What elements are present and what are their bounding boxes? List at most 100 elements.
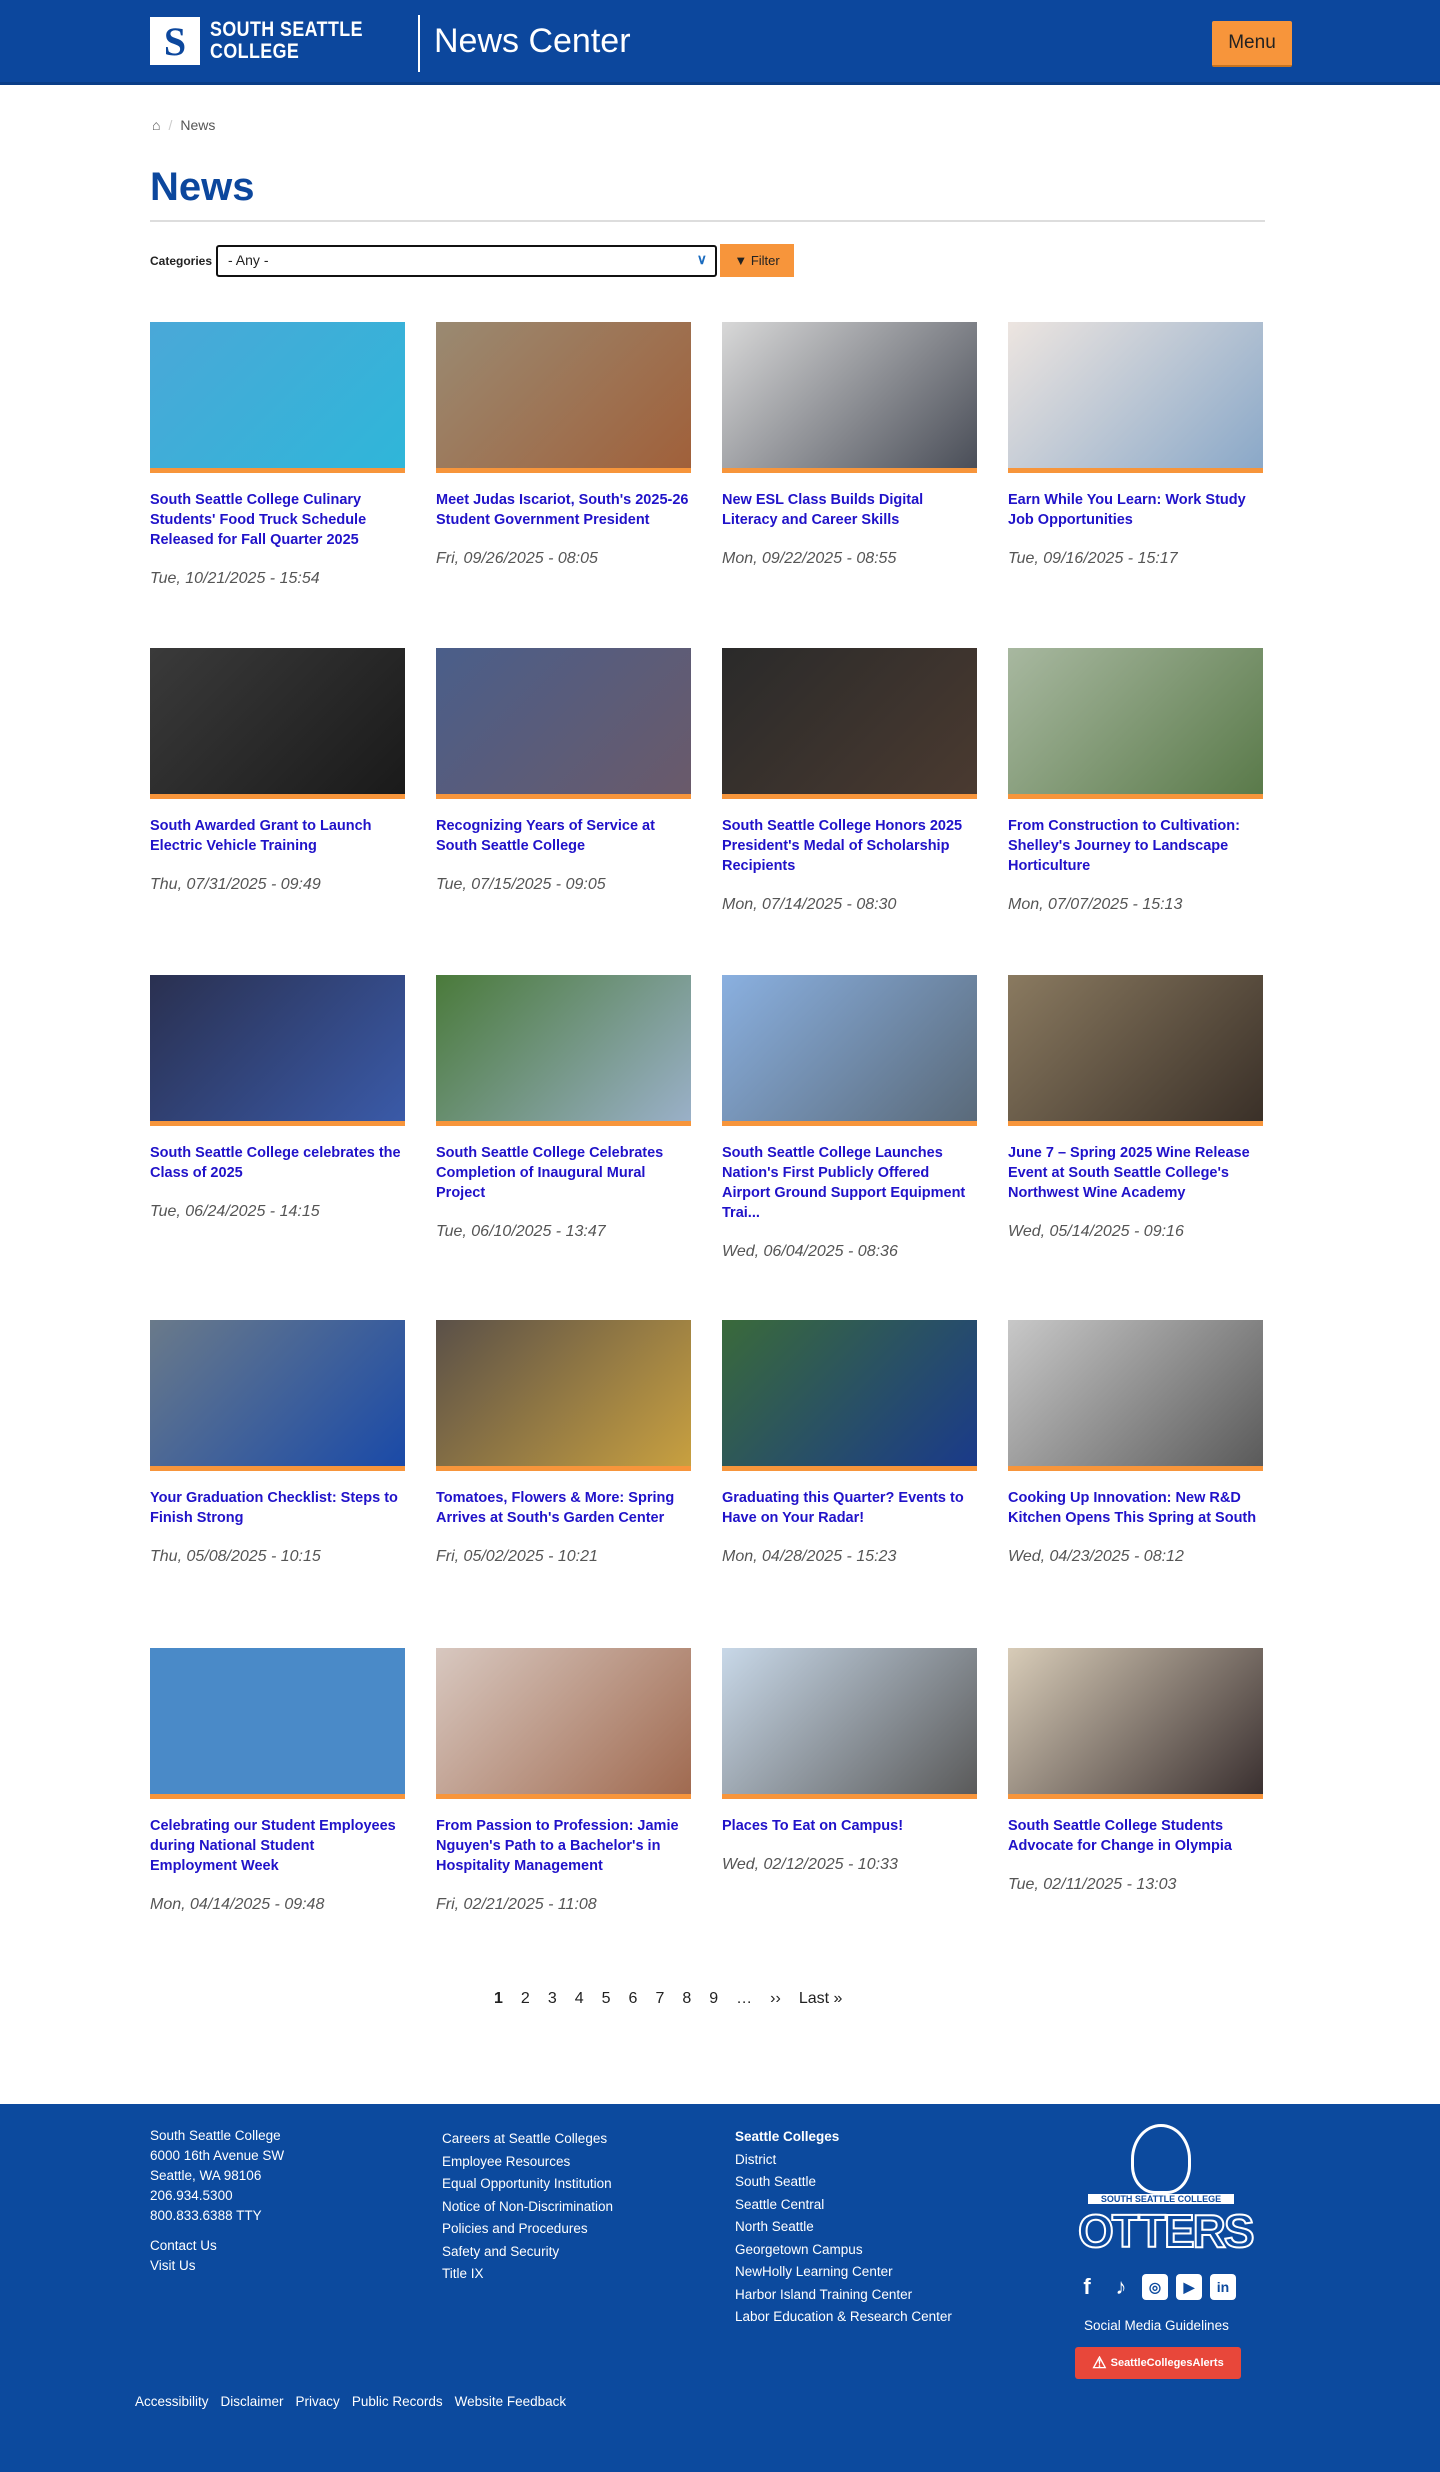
footer-contact-link[interactable]: Visit Us <box>150 2256 284 2276</box>
news-card-title[interactable]: South Awarded Grant to Launch Electric V… <box>150 816 405 856</box>
news-card-image[interactable] <box>150 1648 405 1799</box>
news-card-image[interactable] <box>150 648 405 799</box>
footer-address-line: South Seattle College <box>150 2128 281 2143</box>
news-card-title[interactable]: Earn While You Learn: Work Study Job Opp… <box>1008 490 1263 530</box>
news-card-image[interactable] <box>436 1648 691 1799</box>
legal-link[interactable]: Public Records <box>352 2394 443 2409</box>
legal-link[interactable]: Privacy <box>296 2394 340 2409</box>
linkedin-icon[interactable]: in <box>1210 2274 1236 2300</box>
page-link-4[interactable]: 4 <box>575 1990 584 2008</box>
home-icon[interactable]: ⌂ <box>152 117 160 133</box>
news-card-title[interactable]: From Construction to Cultivation: Shelle… <box>1008 816 1263 876</box>
news-card: South Seattle College Honors 2025 Presid… <box>722 648 977 975</box>
news-card-title[interactable]: South Seattle College Culinary Students'… <box>150 490 405 550</box>
news-card-image[interactable] <box>150 1320 405 1471</box>
news-card-title[interactable]: Tomatoes, Flowers & More: Spring Arrives… <box>436 1488 691 1528</box>
news-card-date: Thu, 05/08/2025 - 10:15 <box>150 1548 321 1565</box>
college-link[interactable]: North Seattle <box>735 2216 952 2239</box>
news-card-date: Tue, 06/24/2025 - 14:15 <box>150 1203 320 1220</box>
news-card-image[interactable] <box>150 322 405 473</box>
page-link-8[interactable]: 8 <box>682 1990 691 2008</box>
news-card-image[interactable] <box>1008 648 1263 799</box>
news-card-image[interactable] <box>1008 1320 1263 1471</box>
site-name[interactable]: News Center <box>434 22 631 61</box>
pager-last[interactable]: Last » <box>799 1990 843 2008</box>
news-card-title[interactable]: South Seattle College Students Advocate … <box>1008 1816 1263 1856</box>
news-card-image[interactable] <box>1008 322 1263 473</box>
page-link-7[interactable]: 7 <box>655 1990 664 2008</box>
legal-link[interactable]: Accessibility <box>135 2394 209 2409</box>
page-link-6[interactable]: 6 <box>629 1990 638 2008</box>
news-card-title[interactable]: Celebrating our Student Employees during… <box>150 1816 405 1876</box>
news-card: From Passion to Profession: Jamie Nguyen… <box>436 1648 691 1914</box>
college-logo[interactable]: S SOUTH SEATTLE COLLEGE <box>150 17 390 65</box>
menu-button[interactable]: Menu <box>1212 21 1292 67</box>
news-card-title[interactable]: South Seattle College Honors 2025 Presid… <box>722 816 977 876</box>
college-link[interactable]: Seattle Central <box>735 2194 952 2217</box>
college-link[interactable]: District <box>735 2149 952 2172</box>
news-card-title[interactable]: Graduating this Quarter? Events to Have … <box>722 1488 977 1528</box>
filter-button[interactable]: ▼ Filter <box>720 244 795 277</box>
chevron-down-icon: ∨ <box>696 250 708 267</box>
news-card-image[interactable] <box>436 1320 691 1471</box>
footer-address-line: 206.934.5300 <box>150 2188 233 2203</box>
news-card-image[interactable] <box>436 322 691 473</box>
news-card-image[interactable] <box>722 1320 977 1471</box>
page-link-9[interactable]: 9 <box>709 1990 718 2008</box>
news-card-title[interactable]: Your Graduation Checklist: Steps to Fini… <box>150 1488 405 1528</box>
news-card-image[interactable] <box>1008 1648 1263 1799</box>
news-card-image[interactable] <box>722 322 977 473</box>
legal-link[interactable]: Website Feedback <box>455 2394 567 2409</box>
youtube-icon[interactable]: ▶ <box>1176 2274 1202 2300</box>
footer-link[interactable]: Safety and Security <box>442 2241 613 2264</box>
footer-link[interactable]: Equal Opportunity Institution <box>442 2173 613 2196</box>
tiktok-icon[interactable]: ♪ <box>1108 2274 1134 2300</box>
news-card-image[interactable] <box>722 1648 977 1799</box>
social-media-guidelines-link[interactable]: Social Media Guidelines <box>1084 2318 1229 2333</box>
page-link-5[interactable]: 5 <box>602 1990 611 2008</box>
news-card-title[interactable]: From Passion to Profession: Jamie Nguyen… <box>436 1816 691 1876</box>
college-link[interactable]: NewHolly Learning Center <box>735 2261 952 2284</box>
news-card-title[interactable]: South Seattle College Launches Nation's … <box>722 1143 977 1223</box>
page-link-1[interactable]: 1 <box>494 1990 503 2008</box>
news-card-date: Mon, 09/22/2025 - 08:55 <box>722 550 897 567</box>
breadcrumb: ⌂ / News <box>152 117 215 133</box>
pager-next[interactable]: ›› <box>770 1990 781 2008</box>
mascot-wordmark: OTTERS <box>1077 2204 1256 2258</box>
news-card-title[interactable]: Places To Eat on Campus! <box>722 1816 977 1836</box>
college-link[interactable]: Harbor Island Training Center <box>735 2284 952 2307</box>
footer-contact-link[interactable]: Contact Us <box>150 2236 284 2256</box>
news-card-date: Wed, 02/12/2025 - 10:33 <box>722 1856 898 1873</box>
news-card-image[interactable] <box>436 975 691 1126</box>
page-link-3[interactable]: 3 <box>548 1990 557 2008</box>
page-link-2[interactable]: 2 <box>521 1990 530 2008</box>
news-card-title[interactable]: South Seattle College Celebrates Complet… <box>436 1143 691 1203</box>
college-link[interactable]: South Seattle <box>735 2171 952 2194</box>
news-card-date: Mon, 04/28/2025 - 15:23 <box>722 1548 897 1565</box>
college-link[interactable]: Labor Education & Research Center <box>735 2306 952 2329</box>
news-card-title[interactable]: June 7 – Spring 2025 Wine Release Event … <box>1008 1143 1263 1203</box>
footer-link[interactable]: Employee Resources <box>442 2151 613 2174</box>
news-card-image[interactable] <box>436 648 691 799</box>
news-card-image[interactable] <box>722 975 977 1126</box>
social-links: f ♪ ◎ ▶ in <box>1074 2274 1236 2300</box>
news-card-title[interactable]: South Seattle College celebrates the Cla… <box>150 1143 405 1183</box>
instagram-icon[interactable]: ◎ <box>1142 2274 1168 2300</box>
news-card-title[interactable]: Cooking Up Innovation: New R&D Kitchen O… <box>1008 1488 1263 1528</box>
college-link[interactable]: Georgetown Campus <box>735 2239 952 2262</box>
footer-link[interactable]: Notice of Non-Discrimination <box>442 2196 613 2219</box>
news-card-title[interactable]: Meet Judas Iscariot, South's 2025-26 Stu… <box>436 490 691 530</box>
facebook-icon[interactable]: f <box>1074 2274 1100 2300</box>
news-card-image[interactable] <box>150 975 405 1126</box>
site-header: S SOUTH SEATTLE COLLEGE News Center Menu <box>0 0 1440 85</box>
news-card-title[interactable]: New ESL Class Builds Digital Literacy an… <box>722 490 977 530</box>
footer-link[interactable]: Title IX <box>442 2263 613 2286</box>
seattle-colleges-alerts-button[interactable]: ⚠ SeattleCollegesAlerts <box>1075 2347 1241 2379</box>
news-card-title[interactable]: Recognizing Years of Service at South Se… <box>436 816 691 856</box>
news-card-image[interactable] <box>1008 975 1263 1126</box>
footer-link[interactable]: Policies and Procedures <box>442 2218 613 2241</box>
categories-select[interactable]: - Any - ∨ <box>216 244 718 277</box>
legal-link[interactable]: Disclaimer <box>221 2394 284 2409</box>
footer-link[interactable]: Careers at Seattle Colleges <box>442 2128 613 2151</box>
news-card-image[interactable] <box>722 648 977 799</box>
